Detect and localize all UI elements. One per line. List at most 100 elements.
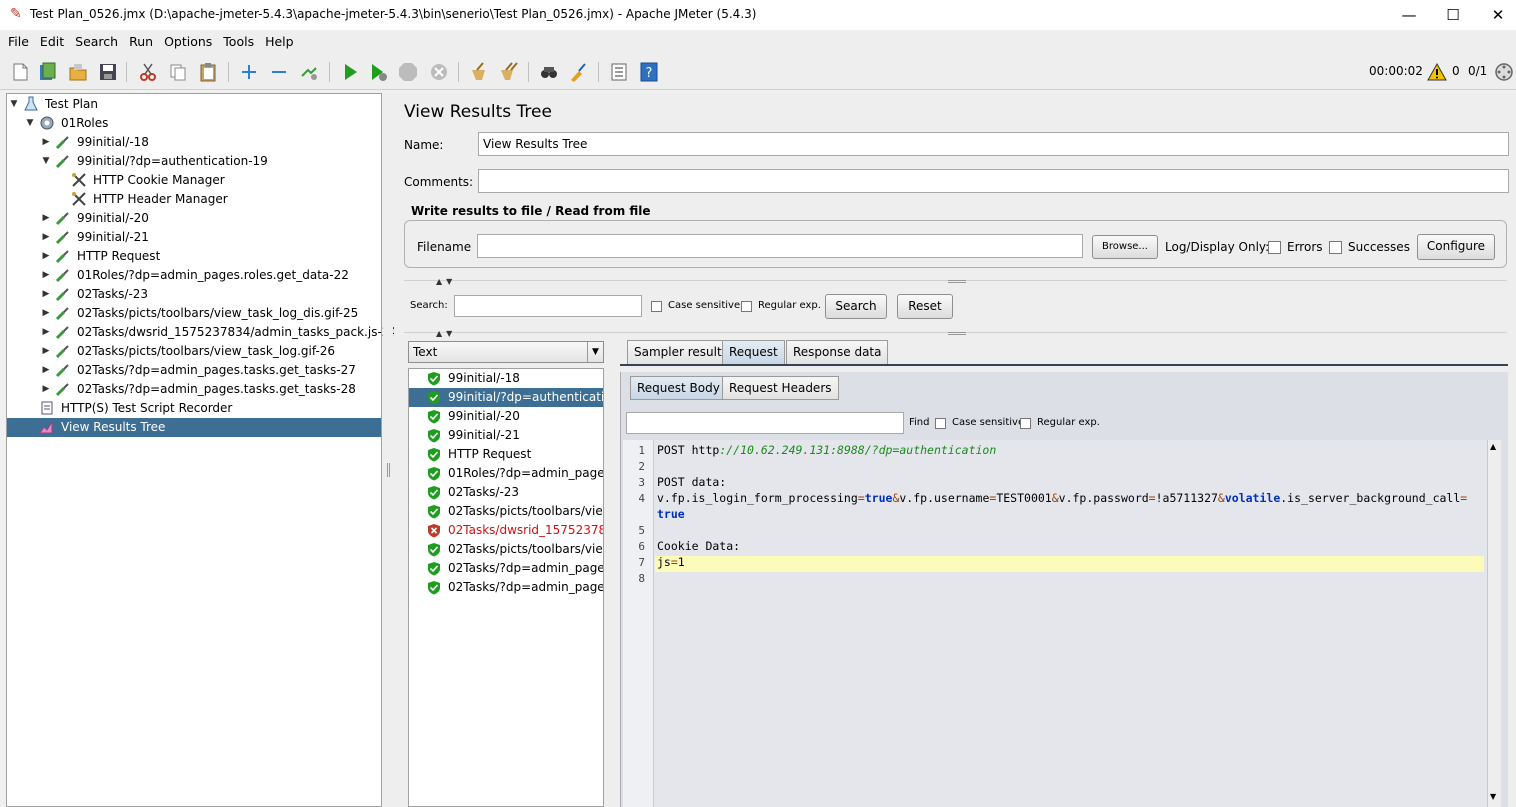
stop-icon[interactable]	[398, 62, 418, 82]
expanded-toggle-icon[interactable]: ▼	[25, 114, 35, 133]
start-icon[interactable]	[340, 62, 360, 82]
tree-node[interactable]: HTTP Header Manager	[7, 190, 381, 209]
configure-button[interactable]: Configure	[1417, 234, 1495, 260]
editor-vertical-scrollbar[interactable]: ▲ ▼	[1487, 440, 1501, 807]
expanded-toggle-icon[interactable]: ▼	[41, 152, 51, 171]
tree-node[interactable]: ▶ 99initial/-20	[7, 209, 381, 228]
toggle-icon[interactable]	[299, 62, 319, 82]
request-body-editor[interactable]: 1 2 3 4 5 6 7 8 POST http://10.62.249.13…	[623, 440, 1487, 807]
collapsed-toggle-icon[interactable]: ▶	[41, 304, 51, 323]
filename-input[interactable]	[477, 234, 1083, 258]
tab-request[interactable]: Request	[722, 340, 785, 364]
menu-tools[interactable]: Tools	[220, 31, 257, 49]
reset-button[interactable]: Reset	[897, 294, 953, 319]
renderer-select[interactable]: Text ▼	[408, 341, 604, 363]
tab-response-data[interactable]: Response data	[786, 340, 889, 364]
splitter-arrows-icon[interactable]: ▲▼	[436, 329, 456, 338]
result-item[interactable]: 99initial/-20	[409, 407, 603, 426]
tree-node[interactable]: View Results Tree	[7, 418, 381, 437]
splitter-knob[interactable]	[948, 280, 966, 283]
result-item[interactable]: 02Tasks/-23	[409, 483, 603, 502]
chevron-down-icon[interactable]: ▼	[587, 342, 603, 362]
find-input[interactable]	[626, 412, 904, 434]
tree-node[interactable]: ▼ 99initial/?dp=authentication-19	[7, 152, 381, 171]
result-item[interactable]: 02Tasks/?dp=admin_pages	[409, 578, 603, 597]
tree-node[interactable]: ▶ HTTP Request	[7, 247, 381, 266]
clear-all-icon[interactable]	[499, 62, 519, 82]
save-icon[interactable]	[98, 62, 118, 82]
collapsed-toggle-icon[interactable]: ▶	[41, 266, 51, 285]
collapsed-toggle-icon[interactable]: ▶	[41, 323, 51, 342]
find-case-sensitive-checkbox[interactable]	[935, 418, 946, 429]
regex-checkbox[interactable]	[741, 301, 752, 312]
find-regex-checkbox[interactable]	[1020, 418, 1031, 429]
menu-file[interactable]: File	[5, 31, 32, 49]
splitter-top[interactable]: ▲▼	[404, 277, 1507, 288]
maximize-button[interactable]: ☐	[1430, 3, 1476, 27]
main-split-divider[interactable]	[383, 93, 393, 807]
result-item[interactable]: 02Tasks/dwsrid_157523783	[409, 521, 603, 540]
search-input[interactable]	[454, 295, 642, 317]
collapsed-toggle-icon[interactable]: ▶	[41, 285, 51, 304]
tree-node[interactable]: ▶ 02Tasks/picts/toolbars/view_task_log_di…	[7, 304, 381, 323]
errors-checkbox[interactable]	[1268, 241, 1281, 254]
successes-checkbox[interactable]	[1329, 241, 1342, 254]
search-icon[interactable]	[539, 62, 559, 82]
result-item[interactable]: 99initial/?dp=authentication-	[409, 388, 603, 407]
tree-node[interactable]: ▶ 01Roles/?dp=admin_pages.roles.get_data-…	[7, 266, 381, 285]
tab-request-body[interactable]: Request Body	[630, 376, 727, 400]
expanded-toggle-icon[interactable]: ▼	[9, 95, 19, 114]
collapsed-toggle-icon[interactable]: ▶	[41, 228, 51, 247]
splitter-knob[interactable]	[948, 332, 966, 335]
menu-edit[interactable]: Edit	[37, 31, 67, 49]
collapsed-toggle-icon[interactable]: ▶	[41, 247, 51, 266]
result-item[interactable]: HTTP Request	[409, 445, 603, 464]
open-icon[interactable]	[68, 62, 88, 82]
comments-input[interactable]	[478, 169, 1509, 193]
test-plan-tree[interactable]: ▼ Test Plan ▼ 01Roles ▶ 99initial/-18 ▼ 99initi…	[6, 93, 397, 807]
tree-node[interactable]: HTTP(S) Test Script Recorder	[7, 399, 381, 418]
reset-search-icon[interactable]	[568, 62, 588, 82]
cut-icon[interactable]	[138, 62, 158, 82]
collapse-icon[interactable]	[269, 62, 289, 82]
result-item[interactable]: 02Tasks/?dp=admin_pages	[409, 559, 603, 578]
tree-node[interactable]: ▶ 02Tasks/?dp=admin_pages.tasks.get_tasks…	[7, 361, 381, 380]
splitter-arrows-icon[interactable]: ▲▼	[436, 277, 456, 286]
warning-icon[interactable]	[1427, 62, 1447, 82]
collapsed-toggle-icon[interactable]: ▶	[41, 380, 51, 399]
start-no-pause-icon[interactable]	[368, 62, 388, 82]
collapsed-toggle-icon[interactable]: ▶	[41, 209, 51, 228]
result-item[interactable]: 99initial/-21	[409, 426, 603, 445]
name-input[interactable]	[478, 132, 1509, 156]
result-item[interactable]: 02Tasks/picts/toolbars/view_	[409, 540, 603, 559]
menu-run[interactable]: Run	[126, 31, 156, 49]
search-button[interactable]: Search	[825, 294, 887, 319]
result-item[interactable]: 99initial/-18	[409, 369, 603, 388]
result-item[interactable]: 02Tasks/picts/toolbars/view_	[409, 502, 603, 521]
results-list[interactable]: 99initial/-18 99initial/?dp=authenticatio…	[408, 368, 604, 807]
tree-node[interactable]: ▶ 02Tasks/-23	[7, 285, 381, 304]
close-button[interactable]: ✕	[1475, 3, 1516, 27]
case-sensitive-checkbox[interactable]	[651, 301, 662, 312]
paste-icon[interactable]	[198, 62, 218, 82]
menu-help[interactable]: Help	[262, 31, 297, 49]
help-icon[interactable]: ?	[639, 62, 659, 82]
tree-node[interactable]: ▼ 01Roles	[7, 114, 381, 133]
collapsed-toggle-icon[interactable]: ▶	[41, 133, 51, 152]
divider-grip[interactable]	[387, 463, 390, 477]
copy-icon[interactable]	[168, 62, 188, 82]
templates-icon[interactable]	[37, 62, 57, 82]
collapsed-toggle-icon[interactable]: ▶	[41, 342, 51, 361]
tab-request-headers[interactable]: Request Headers	[722, 376, 839, 400]
minimize-button[interactable]: —	[1386, 3, 1432, 27]
shutdown-icon[interactable]	[429, 62, 449, 82]
menu-options[interactable]: Options	[161, 31, 215, 49]
tree-node[interactable]: ▶ 02Tasks/dwsrid_1575237834/admin_tasks_p…	[7, 323, 397, 342]
clear-icon[interactable]	[468, 62, 488, 82]
tree-node[interactable]: ▶ 02Tasks/?dp=admin_pages.tasks.get_tasks…	[7, 380, 381, 399]
tree-node[interactable]: HTTP Cookie Manager	[7, 171, 381, 190]
tree-node[interactable]: ▶ 99initial/-21	[7, 228, 381, 247]
result-item[interactable]: 01Roles/?dp=admin_pages	[409, 464, 603, 483]
splitter-middle[interactable]: ▲▼	[404, 329, 1507, 340]
menu-search[interactable]: Search	[72, 31, 121, 49]
